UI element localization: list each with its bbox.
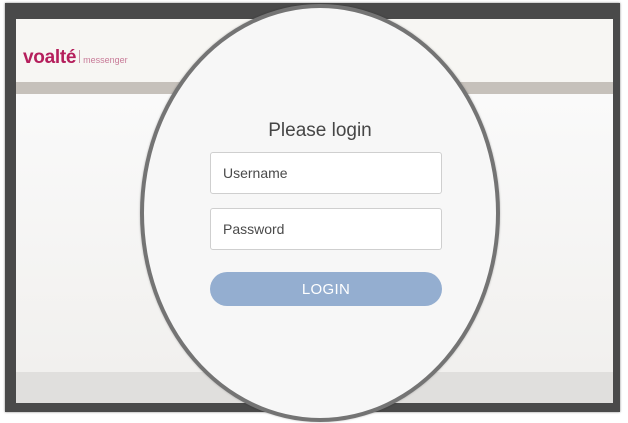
brand-divider	[79, 50, 81, 63]
login-title: Please login	[268, 120, 372, 141]
login-button[interactable]: LOGIN	[210, 272, 442, 306]
password-field[interactable]	[210, 208, 442, 250]
magnified-login-panel: Please login LOGIN	[140, 4, 500, 422]
brand-name: voalté	[23, 47, 77, 68]
brand-logo: voalté messenger	[23, 47, 128, 69]
username-field[interactable]	[210, 152, 442, 194]
brand-tagline: messenger	[83, 55, 128, 65]
